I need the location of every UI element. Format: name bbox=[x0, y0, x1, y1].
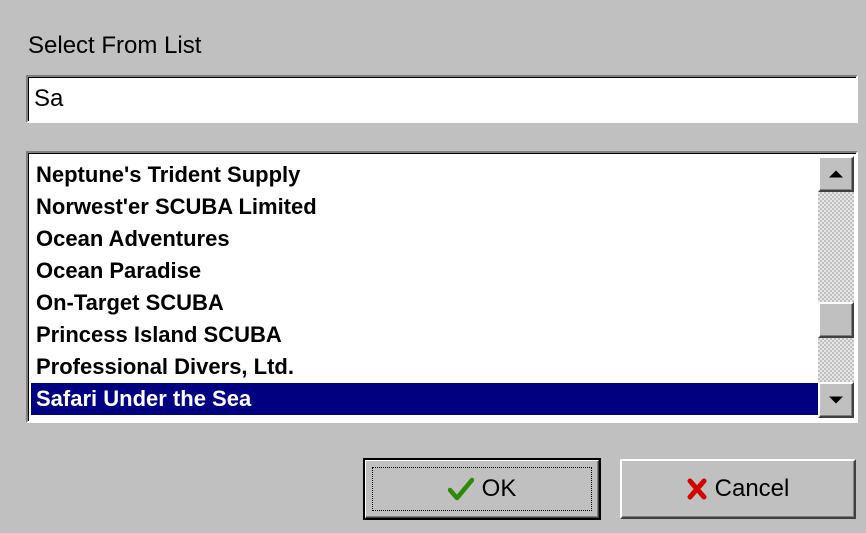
list-item[interactable]: Ocean Adventures bbox=[31, 223, 821, 255]
vertical-scrollbar[interactable] bbox=[818, 156, 854, 418]
ok-button[interactable]: OK bbox=[363, 458, 601, 520]
select-from-list-dialog: Select From List Neptune's Trident Suppl… bbox=[0, 0, 866, 533]
list-item[interactable]: Princess Island SCUBA bbox=[31, 319, 821, 351]
item-listbox[interactable]: Neptune's Trident Supply Norwest'er SCUB… bbox=[26, 151, 858, 423]
checkmark-icon bbox=[447, 477, 474, 501]
arrow-down-icon bbox=[829, 396, 843, 404]
cancel-label: Cancel bbox=[714, 475, 790, 502]
search-input[interactable] bbox=[26, 75, 858, 123]
list-item[interactable]: Professional Divers, Ltd. bbox=[31, 351, 821, 383]
scroll-down-button[interactable] bbox=[818, 382, 854, 418]
cancel-button[interactable]: Cancel bbox=[620, 459, 856, 519]
list-item[interactable]: Ocean Paradise bbox=[31, 255, 821, 287]
list-item[interactable]: Norwest'er SCUBA Limited bbox=[31, 191, 821, 223]
dialog-title: Select From List bbox=[28, 32, 202, 59]
list-item-selected[interactable]: Safari Under the Sea bbox=[31, 383, 821, 415]
list-item[interactable]: Neptune's Trident Supply bbox=[31, 159, 821, 191]
ok-label: OK bbox=[481, 475, 517, 502]
list-item[interactable]: On-Target SCUBA bbox=[31, 287, 821, 319]
x-icon bbox=[687, 478, 707, 500]
scroll-up-button[interactable] bbox=[818, 156, 854, 192]
item-list: Neptune's Trident Supply Norwest'er SCUB… bbox=[31, 159, 821, 415]
arrow-up-icon bbox=[829, 170, 843, 178]
scrollbar-thumb[interactable] bbox=[818, 302, 854, 338]
